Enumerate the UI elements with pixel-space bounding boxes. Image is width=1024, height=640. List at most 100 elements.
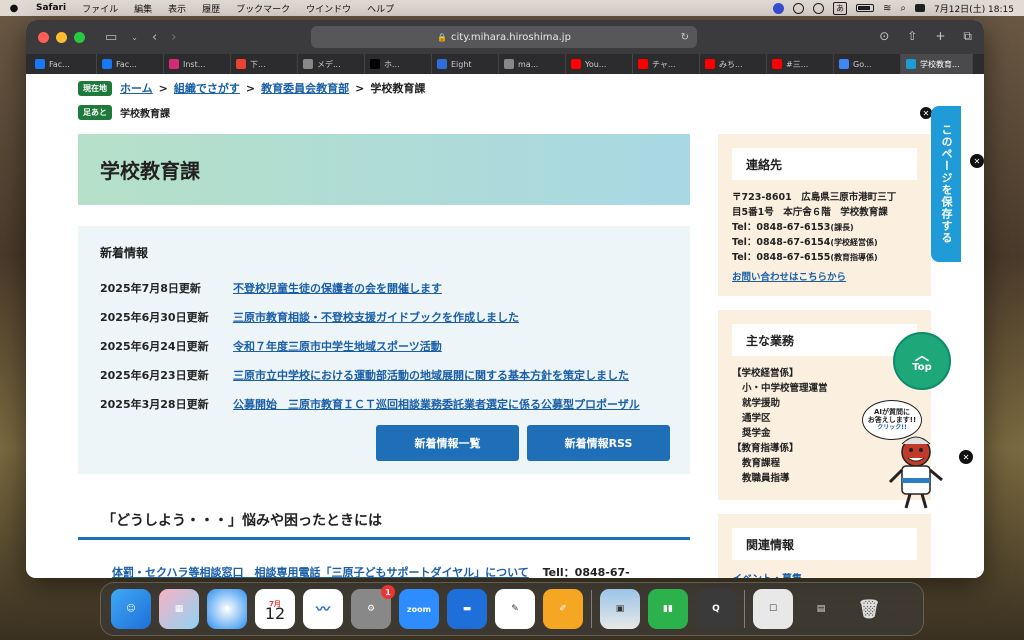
- share-icon[interactable]: ⇧: [907, 29, 917, 44]
- browser-tab[interactable]: Fac...: [97, 54, 164, 74]
- inquiry-link[interactable]: お問い合わせはこちらから: [732, 272, 846, 283]
- browser-tab[interactable]: Inst...: [164, 54, 231, 74]
- battery-icon[interactable]: [856, 4, 874, 12]
- browser-tab[interactable]: ma...: [499, 54, 566, 74]
- new-tab-icon[interactable]: +: [935, 29, 945, 44]
- ai-close-icon[interactable]: ✕: [959, 450, 973, 464]
- freeform-icon[interactable]: 〰: [303, 589, 343, 629]
- duty-item: 小・中学校管理運営: [742, 383, 828, 394]
- menu-file[interactable]: ファイル: [74, 2, 126, 15]
- trash-icon[interactable]: 🗑: [849, 589, 889, 629]
- tab-label: Fac...: [49, 59, 70, 69]
- support-tel: Tell：0848-67-: [542, 566, 630, 578]
- support-dial-link[interactable]: 体罰・セクハラ等相談窓口 相談専用電話「三原子どもサポートダイヤル」について: [112, 566, 529, 578]
- download-icon[interactable]: ⊙: [879, 29, 889, 44]
- browser-tab[interactable]: ホ...: [365, 54, 432, 74]
- play-icon[interactable]: [793, 2, 804, 14]
- news-link[interactable]: 不登校児童生徒の保護者の会を開催します: [233, 280, 442, 296]
- menu-history[interactable]: 履歴: [194, 2, 228, 15]
- browser-tab[interactable]: Eight: [432, 54, 499, 74]
- menu-view[interactable]: 表示: [160, 2, 194, 15]
- time-machine-icon[interactable]: [813, 2, 824, 14]
- browser-tab[interactable]: You...: [566, 54, 633, 74]
- browser-window: ▭ ⌄ ‹ › 🔒 city.mihara.hiroshima.jp ↻ ⊙ ⇧…: [26, 20, 984, 578]
- reload-icon[interactable]: ↻: [681, 32, 689, 43]
- news-link[interactable]: 三原市教育相談・不登校支援ガイドブックを作成しました: [233, 309, 519, 325]
- zoom-status-icon[interactable]: [773, 2, 784, 14]
- control-center-icon[interactable]: [915, 4, 925, 12]
- web-page: 現在地 ホーム > 組織でさがす > 教育委員会教育部 > 学校教育課 足あと …: [26, 74, 984, 578]
- trouble-item: 体罰・セクハラ等相談窓口 相談専用電話「三原子どもサポートダイヤル」について T…: [112, 564, 630, 578]
- ai-line-2: お答えします!!: [867, 416, 917, 424]
- input-mode-indicator[interactable]: あ: [833, 1, 847, 15]
- menu-app-name[interactable]: Safari: [28, 3, 74, 13]
- tab-overview-icon[interactable]: ⧉: [963, 29, 972, 44]
- footprint-item[interactable]: 学校教育課: [120, 105, 170, 120]
- system-settings-icon[interactable]: ⚙ 1: [351, 585, 395, 629]
- search-icon[interactable]: ⌕: [900, 3, 906, 14]
- forward-icon[interactable]: ›: [171, 30, 176, 45]
- tab-favicon-icon: [437, 59, 447, 69]
- news-date: 2025年6月23日更新: [100, 368, 209, 382]
- news-link[interactable]: 令和７年度三原市中学生地域スポーツ活動: [233, 338, 442, 354]
- news-rss-button[interactable]: 新着情報RSS: [527, 425, 670, 461]
- browser-tab[interactable]: #三...: [767, 54, 834, 74]
- save-close-icon[interactable]: ✕: [970, 154, 984, 168]
- chevron-down-icon[interactable]: ⌄: [131, 33, 138, 42]
- save-page-button[interactable]: このページを保存する: [931, 106, 961, 262]
- tab-label: Fac...: [116, 59, 137, 69]
- dock-separator: [744, 590, 745, 628]
- breadcrumb-org-link[interactable]: 組織でさがす: [174, 80, 240, 96]
- browser-tab[interactable]: チャ...: [633, 54, 700, 74]
- zoom-app-icon[interactable]: zoom: [399, 589, 439, 629]
- menu-help[interactable]: ヘルプ: [359, 2, 402, 15]
- wifi-icon[interactable]: ≋: [883, 3, 891, 14]
- breadcrumb-home-link[interactable]: ホーム: [120, 80, 153, 96]
- browser-tab[interactable]: 下...: [231, 54, 298, 74]
- dock: ☺ ▦ ✦ 7月 12 〰 ⚙ 1 zoom ▬ ✎ ✐ ▣ ▮▮ Q ☐ ▤ …: [100, 582, 924, 636]
- duty-item: 【学校経営係】: [732, 368, 799, 379]
- menu-window[interactable]: ウインドウ: [298, 2, 359, 15]
- document-thumbnail-icon[interactable]: ☐: [753, 589, 793, 629]
- browser-tab[interactable]: Fac...: [30, 54, 97, 74]
- menu-bookmarks[interactable]: ブックマーク: [228, 2, 298, 15]
- address-bar[interactable]: 🔒 city.mihara.hiroshima.jp ↻: [311, 26, 697, 48]
- keynote-icon[interactable]: ▬: [447, 589, 487, 629]
- browser-tab[interactable]: 学校教育...: [901, 54, 973, 74]
- news-link[interactable]: 三原市立中学校における運動部活動の地域展開に関する基本方針を策定しました: [233, 367, 629, 383]
- launchpad-icon[interactable]: ▦: [159, 589, 199, 629]
- textedit-icon[interactable]: ✎: [495, 589, 535, 629]
- ai-assistant-widget[interactable]: AIが質問に お答えします!! クリック!!: [860, 400, 952, 510]
- apple-icon[interactable]: ●: [0, 3, 28, 14]
- pages-icon[interactable]: ✐: [543, 589, 583, 629]
- sidebar-icon[interactable]: ▭: [105, 30, 117, 45]
- calendar-icon[interactable]: 7月 12: [255, 589, 295, 629]
- safari-icon[interactable]: ✦: [207, 589, 247, 629]
- tab-favicon-icon: [504, 59, 514, 69]
- tab-label: Inst...: [183, 59, 206, 69]
- clock[interactable]: 7月12日(土) 18:15: [934, 2, 1014, 15]
- browser-tab[interactable]: メデ...: [298, 54, 365, 74]
- close-window-button[interactable]: [38, 31, 49, 43]
- quicktime-icon[interactable]: Q: [696, 589, 736, 629]
- tab-label: ホ...: [384, 59, 400, 69]
- browser-tab[interactable]: みち...: [700, 54, 767, 74]
- preview-icon[interactable]: ▣: [600, 589, 640, 629]
- finder-icon[interactable]: ☺: [111, 589, 151, 629]
- minimize-window-button[interactable]: [56, 31, 67, 43]
- tab-favicon-icon: [705, 59, 715, 69]
- numbers-icon[interactable]: ▮▮: [648, 589, 688, 629]
- browser-tab[interactable]: Go...: [834, 54, 901, 74]
- back-icon[interactable]: ‹: [152, 30, 157, 45]
- tel-note: (学校経営係): [830, 238, 878, 247]
- news-link[interactable]: 公募開始 三原市教育ＩＣＴ巡回相談業務委託業者選定に係る公募型プロポーザル: [233, 396, 640, 412]
- news-list-button[interactable]: 新着情報一覧: [376, 425, 519, 461]
- related-item[interactable]: イベント・募集: [732, 570, 917, 578]
- news-date: 2025年6月24日更新: [100, 339, 209, 353]
- downloads-stack-icon[interactable]: ▤: [801, 589, 841, 629]
- breadcrumb-dept-link[interactable]: 教育委員会教育部: [261, 80, 349, 96]
- back-to-top-button[interactable]: ︿ Top: [893, 332, 951, 390]
- tab-label: #三...: [786, 59, 809, 69]
- zoom-window-button[interactable]: [74, 31, 85, 43]
- menu-edit[interactable]: 編集: [126, 2, 160, 15]
